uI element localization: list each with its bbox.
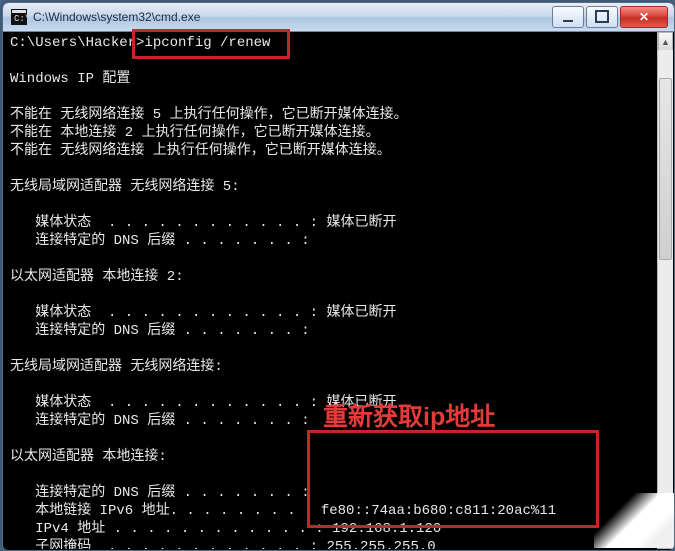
adapter-heading: 无线局域网适配器 无线网络连接 5:	[10, 179, 240, 195]
command-text: ipconfig /renew	[144, 35, 270, 51]
prompt-text: C:\Users\Hacker>	[10, 35, 144, 51]
close-button[interactable]	[620, 6, 668, 28]
dns-suffix-line: 连接特定的 DNS 后缀 . . . . . . . :	[10, 413, 310, 429]
title-bar[interactable]: C:\ C:\Windows\system32\cmd.exe	[3, 3, 674, 32]
scroll-up-button[interactable]: ▲	[658, 32, 673, 51]
vertical-scrollbar[interactable]: ▲ ▼	[657, 32, 673, 549]
subnet-mask-line: 子网掩码 . . . . . . . . . . . . : 255.255.2…	[10, 539, 436, 549]
dns-suffix-line: 连接特定的 DNS 后缀 . . . . . . . :	[10, 323, 310, 339]
minimize-button[interactable]	[552, 6, 584, 28]
dns-suffix-line: 连接特定的 DNS 后缀 . . . . . . . :	[10, 233, 310, 249]
adapter-heading: 以太网适配器 本地连接:	[10, 449, 167, 465]
error-line: 不能在 本地连接 2 上执行任何操作，它已断开媒体连接。	[10, 125, 380, 141]
adapter-heading: 无线局域网适配器 无线网络连接:	[10, 359, 223, 375]
window-title: C:\Windows\system32\cmd.exe	[33, 10, 552, 24]
error-line: 不能在 无线网络连接 上执行任何操作，它已断开媒体连接。	[10, 143, 391, 159]
maximize-button[interactable]	[586, 6, 618, 28]
scroll-track[interactable]	[658, 50, 673, 531]
scroll-thumb[interactable]	[659, 78, 672, 260]
ip-config-heading: Windows IP 配置	[10, 71, 130, 87]
command-prompt-window: C:\ C:\Windows\system32\cmd.exe C:\Users…	[2, 2, 675, 551]
media-state-line: 媒体状态 . . . . . . . . . . . . : 媒体已断开	[10, 305, 396, 321]
adapter-heading: 以太网适配器 本地连接 2:	[10, 269, 184, 285]
cmd-icon: C:\	[11, 9, 27, 25]
svg-text:C:\: C:\	[14, 14, 27, 24]
media-state-line: 媒体状态 . . . . . . . . . . . . : 媒体已断开	[10, 395, 396, 411]
ipv6-line: 本地链接 IPv6 地址. . . . . . . . : fe80::74aa…	[10, 503, 556, 519]
terminal-output[interactable]: C:\Users\Hacker>ipconfig /renew Windows …	[4, 32, 658, 549]
error-line: 不能在 无线网络连接 5 上执行任何操作，它已断开媒体连接。	[10, 107, 408, 123]
corner-overlay	[594, 493, 674, 548]
ipv4-line: IPv4 地址 . . . . . . . . . . . . : 192.16…	[10, 521, 441, 537]
media-state-line: 媒体状态 . . . . . . . . . . . . : 媒体已断开	[10, 215, 396, 231]
window-controls	[552, 6, 668, 28]
dns-suffix-line: 连接特定的 DNS 后缀 . . . . . . . :	[10, 485, 310, 501]
